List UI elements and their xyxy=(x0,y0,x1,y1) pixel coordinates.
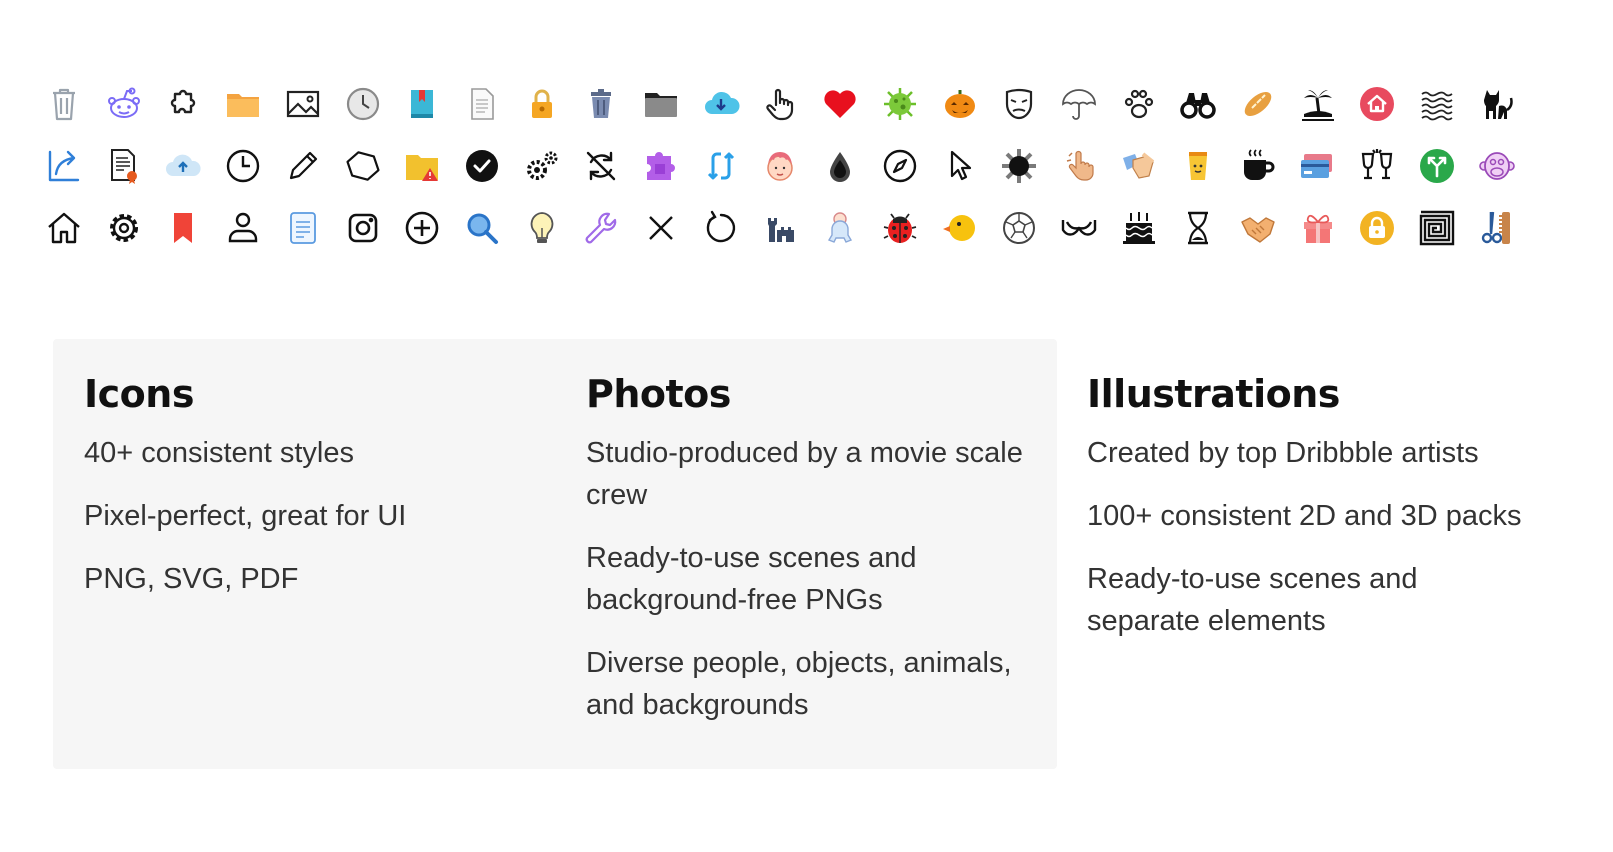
feature-item: Diverse people, objects, animals, and ba… xyxy=(586,647,1012,721)
waves-icon xyxy=(1411,78,1463,130)
feature-item: 40+ consistent styles xyxy=(84,437,355,469)
cloud-upload-icon xyxy=(157,140,209,192)
feature-column-icons: Icons 40+ consistent styles Pixel-perfec… xyxy=(84,371,524,621)
image-icon xyxy=(277,78,329,130)
duck-icon xyxy=(934,202,986,254)
hand-pointer-icon xyxy=(754,78,806,130)
cat-icon xyxy=(1471,78,1523,130)
palm-island-icon xyxy=(1292,78,1344,130)
check-circle-icon xyxy=(456,140,508,192)
ladybug-icon xyxy=(874,202,926,254)
folder-dark-icon xyxy=(635,78,687,130)
close-icon xyxy=(635,202,687,254)
feature-item: PNG, SVG, PDF xyxy=(84,563,299,595)
cursor-icon xyxy=(934,140,986,192)
person-face-icon xyxy=(754,140,806,192)
padlock-icon xyxy=(516,78,568,130)
puzzle-solid-icon xyxy=(635,140,687,192)
features-section: Icons 40+ consistent styles Pixel-perfec… xyxy=(53,339,1563,769)
instagram-icon xyxy=(337,202,389,254)
icon-showcase xyxy=(38,78,1578,264)
folder-icon xyxy=(217,78,269,130)
handshake-icon xyxy=(1232,202,1284,254)
feature-title-icons: Icons xyxy=(84,372,194,416)
hands-icon xyxy=(1113,140,1165,192)
bookmark-icon xyxy=(157,202,209,254)
mug-icon xyxy=(1232,140,1284,192)
water-drop-icon xyxy=(814,140,866,192)
birthday-cake-icon xyxy=(1113,202,1165,254)
hexagon-icon xyxy=(337,140,389,192)
binoculars-icon xyxy=(1172,78,1224,130)
sync-off-icon xyxy=(575,140,627,192)
monkey-icon xyxy=(1471,140,1523,192)
sun-icon xyxy=(993,140,1045,192)
feature-item: Created by top Dribbble artists xyxy=(1087,437,1479,469)
plus-circle-icon xyxy=(396,202,448,254)
feature-item: Studio-produced by a movie scale crew xyxy=(586,437,1023,511)
hourglass-icon xyxy=(1172,202,1224,254)
house-icon xyxy=(38,202,90,254)
feature-list-icons: 40+ consistent styles Pixel-perfect, gre… xyxy=(84,432,524,600)
barber-tools-icon xyxy=(1471,202,1523,254)
castle-icon xyxy=(754,202,806,254)
user-icon xyxy=(217,202,269,254)
merge-arrow-icon xyxy=(1411,140,1463,192)
bread-icon xyxy=(1232,78,1284,130)
feature-title-illustrations: Illustrations xyxy=(1087,372,1340,416)
hand-gesture-icon xyxy=(1053,140,1105,192)
document-icon xyxy=(456,78,508,130)
feature-column-illustrations: Illustrations Created by top Dribbble ar… xyxy=(1087,371,1527,663)
puzzle-piece-icon xyxy=(157,78,209,130)
compass-icon xyxy=(874,140,926,192)
soccer-ball-icon xyxy=(993,202,1045,254)
virus-icon xyxy=(874,78,926,130)
cheers-icon xyxy=(1351,140,1403,192)
wrench-icon xyxy=(575,202,627,254)
share-arrow-icon xyxy=(38,140,90,192)
paw-icon xyxy=(1113,78,1165,130)
pencil-icon xyxy=(277,140,329,192)
feature-item: 100+ consistent 2D and 3D packs xyxy=(1087,500,1522,532)
feature-column-photos: Photos Studio-produced by a movie scale … xyxy=(586,371,1026,747)
gears-icon xyxy=(516,140,568,192)
feature-item: Ready-to-use scenes and separate element… xyxy=(1087,563,1418,637)
reddit-icon xyxy=(98,78,150,130)
icon-row-1 xyxy=(38,78,1578,140)
settings-gear-icon xyxy=(98,202,150,254)
heart-icon xyxy=(814,78,866,130)
umbrella-icon xyxy=(1053,78,1105,130)
search-icon xyxy=(456,202,508,254)
feature-list-photos: Studio-produced by a movie scale crew Re… xyxy=(586,432,1026,726)
baby-icon xyxy=(814,202,866,254)
feature-title-photos: Photos xyxy=(586,372,731,416)
book-icon xyxy=(396,78,448,130)
home-circle-icon xyxy=(1351,78,1403,130)
certificate-document-icon xyxy=(98,140,150,192)
mask-icon xyxy=(993,78,1045,130)
trash-can-icon xyxy=(38,78,90,130)
bra-icon xyxy=(1053,202,1105,254)
feature-item: Pixel-perfect, great for UI xyxy=(84,500,407,532)
refresh-arrows-icon xyxy=(695,140,747,192)
folder-warning-icon xyxy=(396,140,448,192)
lock-circle-icon xyxy=(1351,202,1403,254)
cloud-download-icon xyxy=(695,78,747,130)
credit-card-icon xyxy=(1292,140,1344,192)
reload-icon xyxy=(695,202,747,254)
icon-row-3 xyxy=(38,202,1578,264)
text-document-icon xyxy=(277,202,329,254)
light-bulb-icon xyxy=(516,202,568,254)
icon-row-2 xyxy=(38,140,1578,202)
feature-list-illustrations: Created by top Dribbble artists 100+ con… xyxy=(1087,432,1527,642)
pumpkin-icon xyxy=(934,78,986,130)
clock-icon xyxy=(337,78,389,130)
clock-outline-icon xyxy=(217,140,269,192)
feature-item: Ready-to-use scenes and background-free … xyxy=(586,542,917,616)
coffee-cup-icon xyxy=(1172,140,1224,192)
trash-bin-icon xyxy=(575,78,627,130)
spiral-square-icon xyxy=(1411,202,1463,254)
gift-icon xyxy=(1292,202,1344,254)
